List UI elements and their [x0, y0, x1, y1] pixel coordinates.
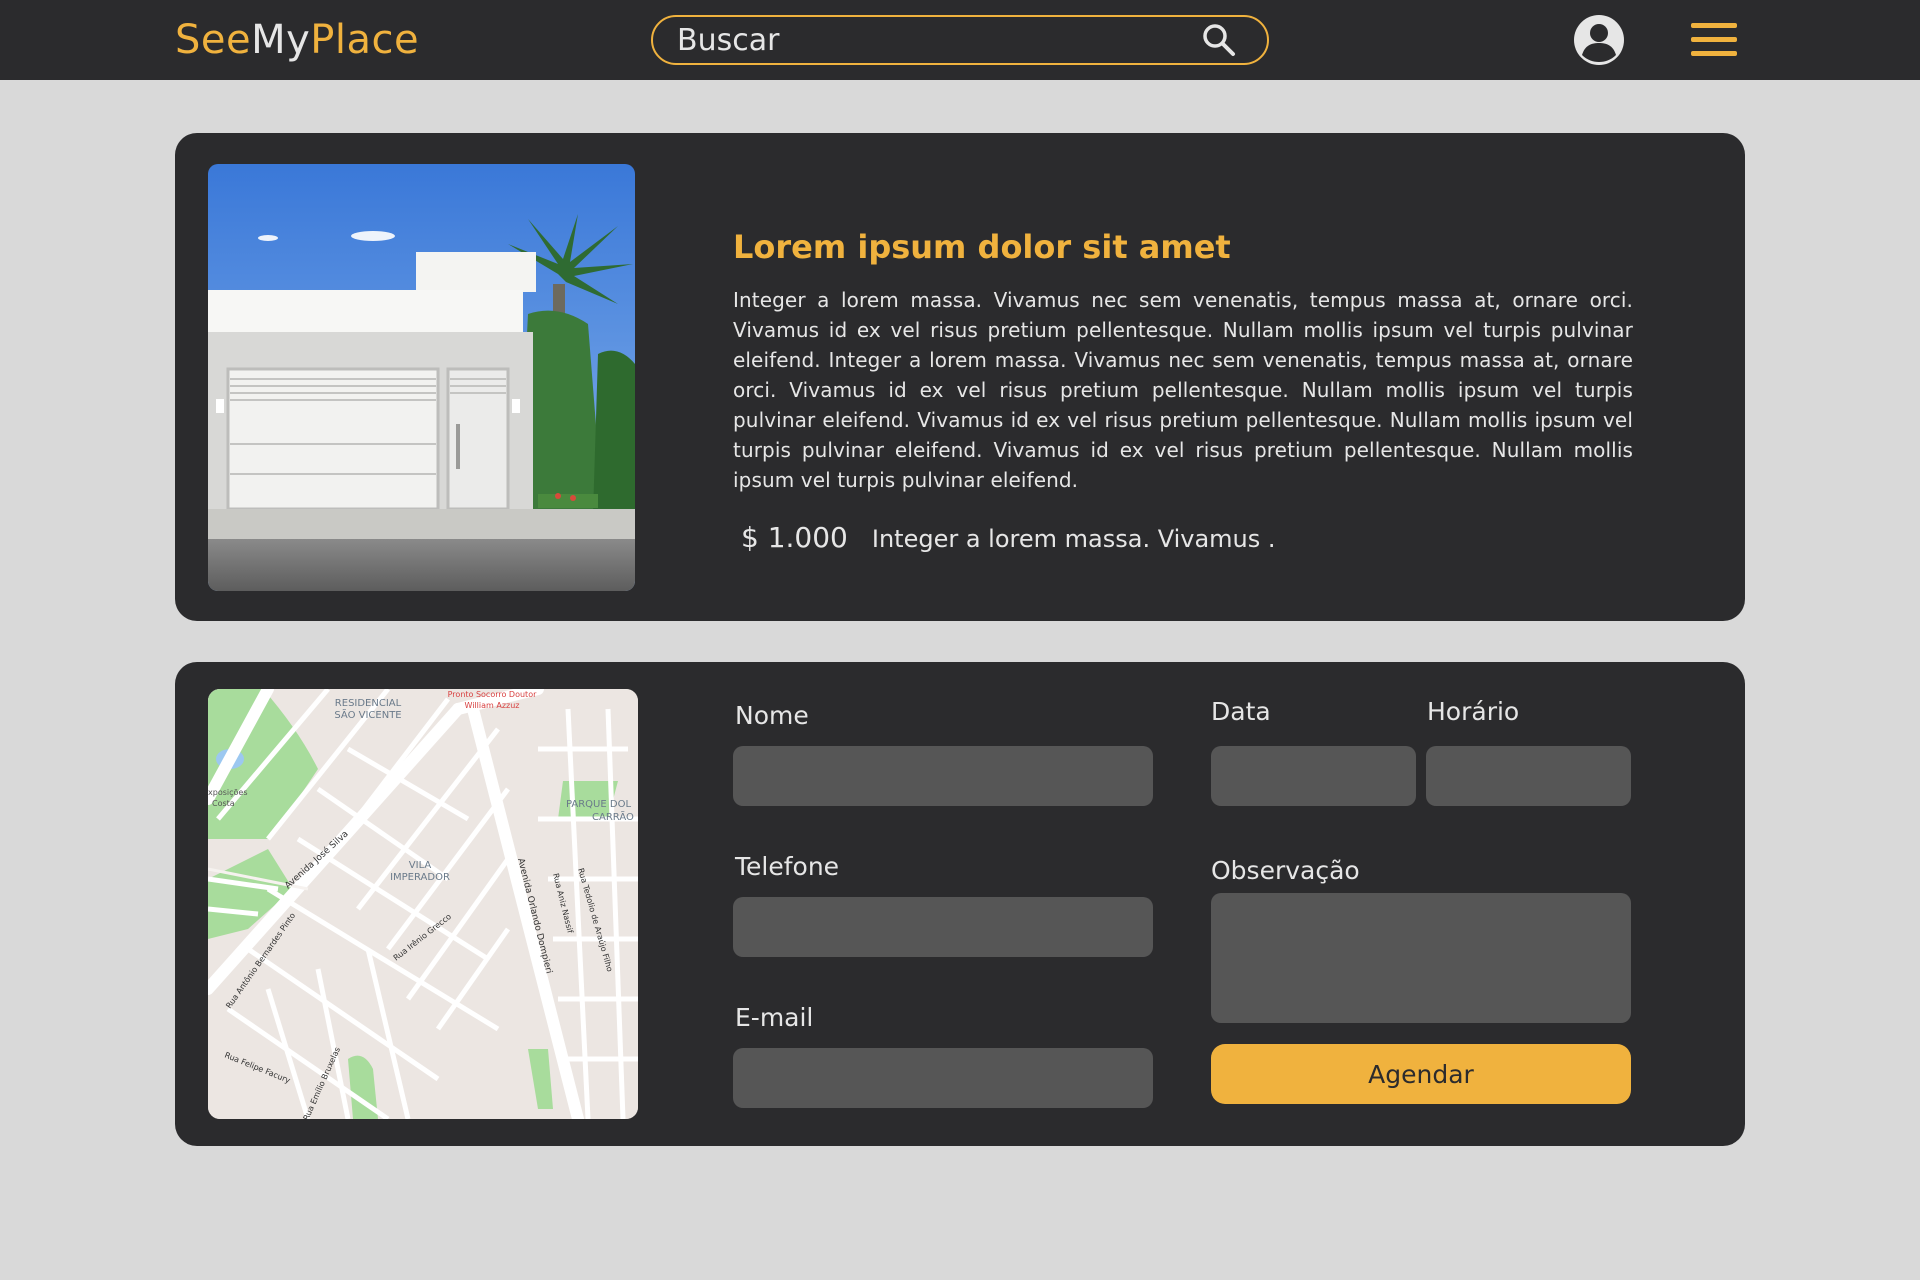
agendar-button[interactable]: Agendar: [1211, 1044, 1631, 1104]
logo-see: See: [175, 17, 252, 63]
map-label-pronto-1: Pronto Socorro Doutor: [448, 690, 537, 699]
map-label-exposicoes-1: xposições: [208, 788, 247, 797]
user-avatar-icon[interactable]: [1573, 14, 1625, 66]
property-title: Lorem ipsum dolor sit amet: [733, 228, 1231, 266]
search-input[interactable]: [653, 17, 1199, 63]
price-row: $ 1.000 Integer a lorem massa. Vivamus .: [733, 521, 1633, 554]
price-note: Integer a lorem massa. Vivamus .: [871, 525, 1276, 553]
map-label-residencial: RESIDENCIAL: [335, 698, 402, 709]
property-photo: [208, 164, 635, 591]
observacao-label: Observação: [1211, 856, 1360, 885]
logo-place: Place: [310, 17, 420, 63]
telefone-label: Telefone: [735, 852, 840, 881]
nome-label: Nome: [735, 701, 809, 730]
site-logo[interactable]: SeeMyPlace: [175, 14, 419, 66]
map-label-parque-2: CARRÃO: [592, 810, 634, 823]
email-input[interactable]: [733, 1048, 1153, 1108]
search-bar: [651, 15, 1269, 65]
horario-input[interactable]: [1426, 746, 1631, 806]
map-label-exposicoes-2: Costa: [212, 799, 235, 808]
telefone-input[interactable]: [733, 897, 1153, 957]
property-description: Integer a lorem massa. Vivamus nec sem v…: [733, 288, 1633, 492]
property-card: Lorem ipsum dolor sit amet Integer a lor…: [175, 133, 1745, 621]
data-label: Data: [1211, 697, 1271, 726]
property-info: Lorem ipsum dolor sit amet Integer a lor…: [733, 225, 1633, 554]
map-label-imperador: IMPERADOR: [390, 872, 450, 883]
map-label-sao-vicente: SÃO VICENTE: [334, 708, 401, 721]
map-label-parque-1: PARQUE DOL: [566, 799, 631, 810]
map-label-vila: VILA: [409, 860, 432, 871]
location-map[interactable]: RESIDENCIAL SÃO VICENTE Pronto Socorro D…: [208, 689, 638, 1119]
map-label-pronto-2: William Azzuz: [464, 701, 519, 710]
horario-label: Horário: [1427, 697, 1520, 726]
top-navbar: SeeMyPlace: [0, 0, 1920, 80]
hamburger-menu-icon[interactable]: [1691, 22, 1737, 58]
property-price: $ 1.000: [741, 521, 848, 554]
data-input[interactable]: [1211, 746, 1416, 806]
observacao-textarea[interactable]: [1211, 893, 1631, 1023]
logo-my: My: [251, 17, 311, 63]
email-label: E-mail: [735, 1003, 814, 1032]
search-icon[interactable]: [1199, 20, 1239, 60]
scheduling-card: RESIDENCIAL SÃO VICENTE Pronto Socorro D…: [175, 662, 1745, 1146]
nome-input[interactable]: [733, 746, 1153, 806]
